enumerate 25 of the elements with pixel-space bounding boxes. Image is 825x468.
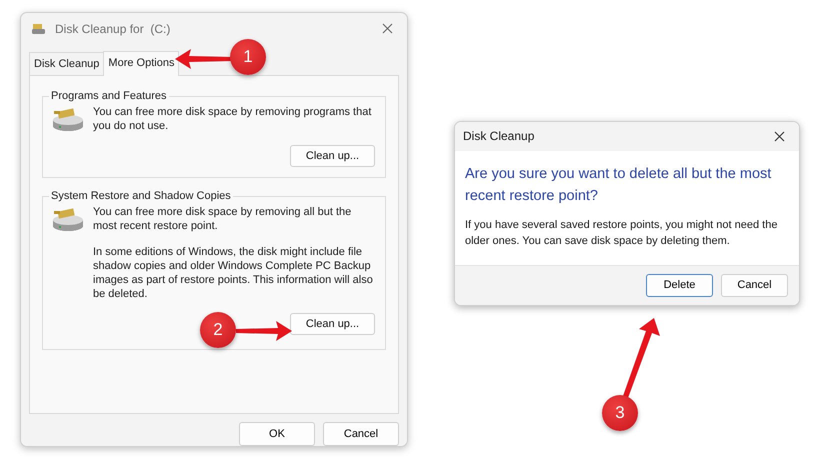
dialog-button[interactable]: Cancel bbox=[323, 422, 399, 446]
pointer-arrow bbox=[236, 321, 292, 341]
step-number: 3 bbox=[602, 395, 638, 431]
description-text: You can free more disk space by removing programs that you do not use. bbox=[93, 104, 372, 133]
description-text: You can free more disk space by removing all but the most recent restore point. bbox=[93, 204, 352, 233]
drive-cleanup-icon bbox=[51, 106, 85, 133]
dialog-button[interactable]: Delete bbox=[646, 274, 713, 297]
disk-cleanup-icon bbox=[31, 22, 47, 35]
clean-up-button[interactable]: Clean up... bbox=[290, 144, 375, 168]
clean-up-button[interactable]: Clean up... bbox=[290, 312, 375, 336]
dialog-button[interactable]: OK bbox=[239, 422, 315, 446]
close-icon bbox=[774, 131, 785, 142]
group-title: System Restore and Shadow Copies bbox=[50, 189, 232, 204]
dialog-message: If you have several saved restore points, you might not need the older ones. You can save disk space by deleting them. bbox=[465, 218, 778, 249]
window-title: Disk Cleanup for (C:) bbox=[55, 20, 170, 38]
pointer-arrow bbox=[175, 49, 233, 69]
description-text: In some editions of Windows, the disk might include file shadow copies and older Windows Complete PC Backup images as part of restore points. This information will also be deleted. bbox=[93, 244, 374, 301]
close-icon bbox=[382, 23, 393, 34]
drive-cleanup-icon bbox=[51, 206, 85, 233]
tab[interactable]: More Options bbox=[103, 50, 180, 76]
group-title: Programs and Features bbox=[50, 89, 168, 104]
dialog-heading: Are you sure you want to delete all but the most recent restore point? bbox=[465, 164, 772, 206]
tab[interactable]: Disk Cleanup bbox=[29, 52, 104, 76]
dialog-title: Disk Cleanup bbox=[463, 128, 534, 146]
dialog-button[interactable]: Cancel bbox=[721, 274, 788, 297]
